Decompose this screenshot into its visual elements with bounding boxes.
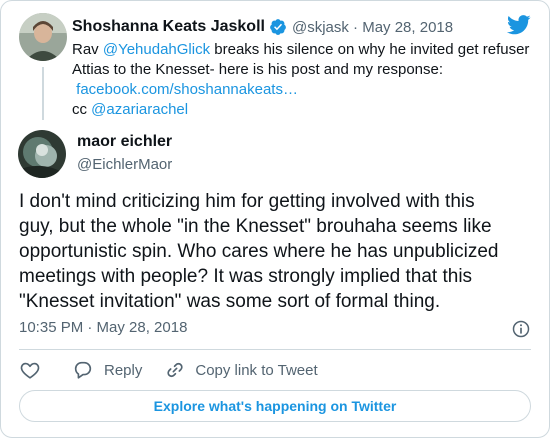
tweet-body-line: opportunistic spin. Who cares where he h… — [19, 241, 499, 262]
copy-link-button[interactable]: Copy link to Tweet — [165, 360, 318, 380]
mention-link[interactable]: @azariarachel — [91, 101, 188, 118]
quoted-text-line: facebook.com/shoshannakeats… — [72, 80, 512, 100]
thread-connector — [42, 67, 44, 120]
reply-author-name[interactable]: maor eichler — [77, 133, 172, 151]
quoted-text-line: Attias to the Knesset- here is his post … — [72, 61, 444, 78]
tweet-body-line: I don't mind criticizing him for getting… — [19, 191, 475, 212]
reply-label: Reply — [104, 361, 143, 379]
reply-button[interactable]: Reply — [72, 359, 142, 381]
quoted-author-avatar[interactable] — [19, 13, 67, 61]
info-icon[interactable] — [511, 319, 531, 339]
quoted-handle-date[interactable]: @skjask · May 28, 2018 — [292, 19, 453, 36]
reply-author-handle[interactable]: @EichlerMaor — [77, 156, 172, 173]
quoted-text-span: Rav — [72, 41, 103, 58]
quoted-text-span: breaks his silence on why he invited get… — [210, 41, 530, 58]
quoted-author-name[interactable]: Shoshanna Keats Jaskoll — [72, 18, 265, 36]
embedded-tweet-card: Shoshanna Keats Jaskoll @skjask · May 28… — [0, 0, 550, 438]
quoted-text-line: Rav @YehudahGlick breaks his silence on … — [72, 40, 529, 60]
action-bar: Reply Copy link to Tweet — [19, 359, 318, 381]
tweet-body-line: guy, but the whole "in the Knesset" brou… — [19, 216, 492, 237]
link-icon — [167, 362, 183, 378]
mention-link[interactable]: @YehudahGlick — [103, 41, 210, 58]
heart-icon — [20, 362, 40, 379]
quoted-text-line: cc @azariarachel — [72, 100, 512, 120]
quoted-tweet-text: Rav @YehudahGlick breaks his silence on … — [72, 40, 529, 120]
like-button[interactable] — [19, 359, 41, 381]
explore-twitter-button[interactable]: Explore what's happening on Twitter — [19, 390, 531, 422]
quoted-tweet-header: Shoshanna Keats Jaskoll @skjask · May 28… — [72, 16, 453, 38]
tweet-body-line: "Knesset invitation" was some sort of fo… — [19, 291, 441, 312]
reply-author-avatar[interactable] — [18, 130, 66, 178]
verified-badge-icon — [270, 19, 286, 35]
quoted-text-span: cc — [72, 101, 92, 118]
facebook-link[interactable]: facebook.com/shoshannakeats… — [76, 81, 298, 98]
copy-link-label: Copy link to Tweet — [195, 361, 318, 379]
tweet-body-line: meetings with people? It was strongly im… — [19, 266, 473, 287]
tweet-body: I don't mind criticizing him for getting… — [19, 189, 534, 314]
tweet-timestamp[interactable]: 10:35 PM · May 28, 2018 — [19, 319, 187, 336]
divider — [19, 349, 531, 350]
reply-bubble-icon — [74, 361, 92, 379]
twitter-bird-icon[interactable] — [507, 15, 531, 35]
